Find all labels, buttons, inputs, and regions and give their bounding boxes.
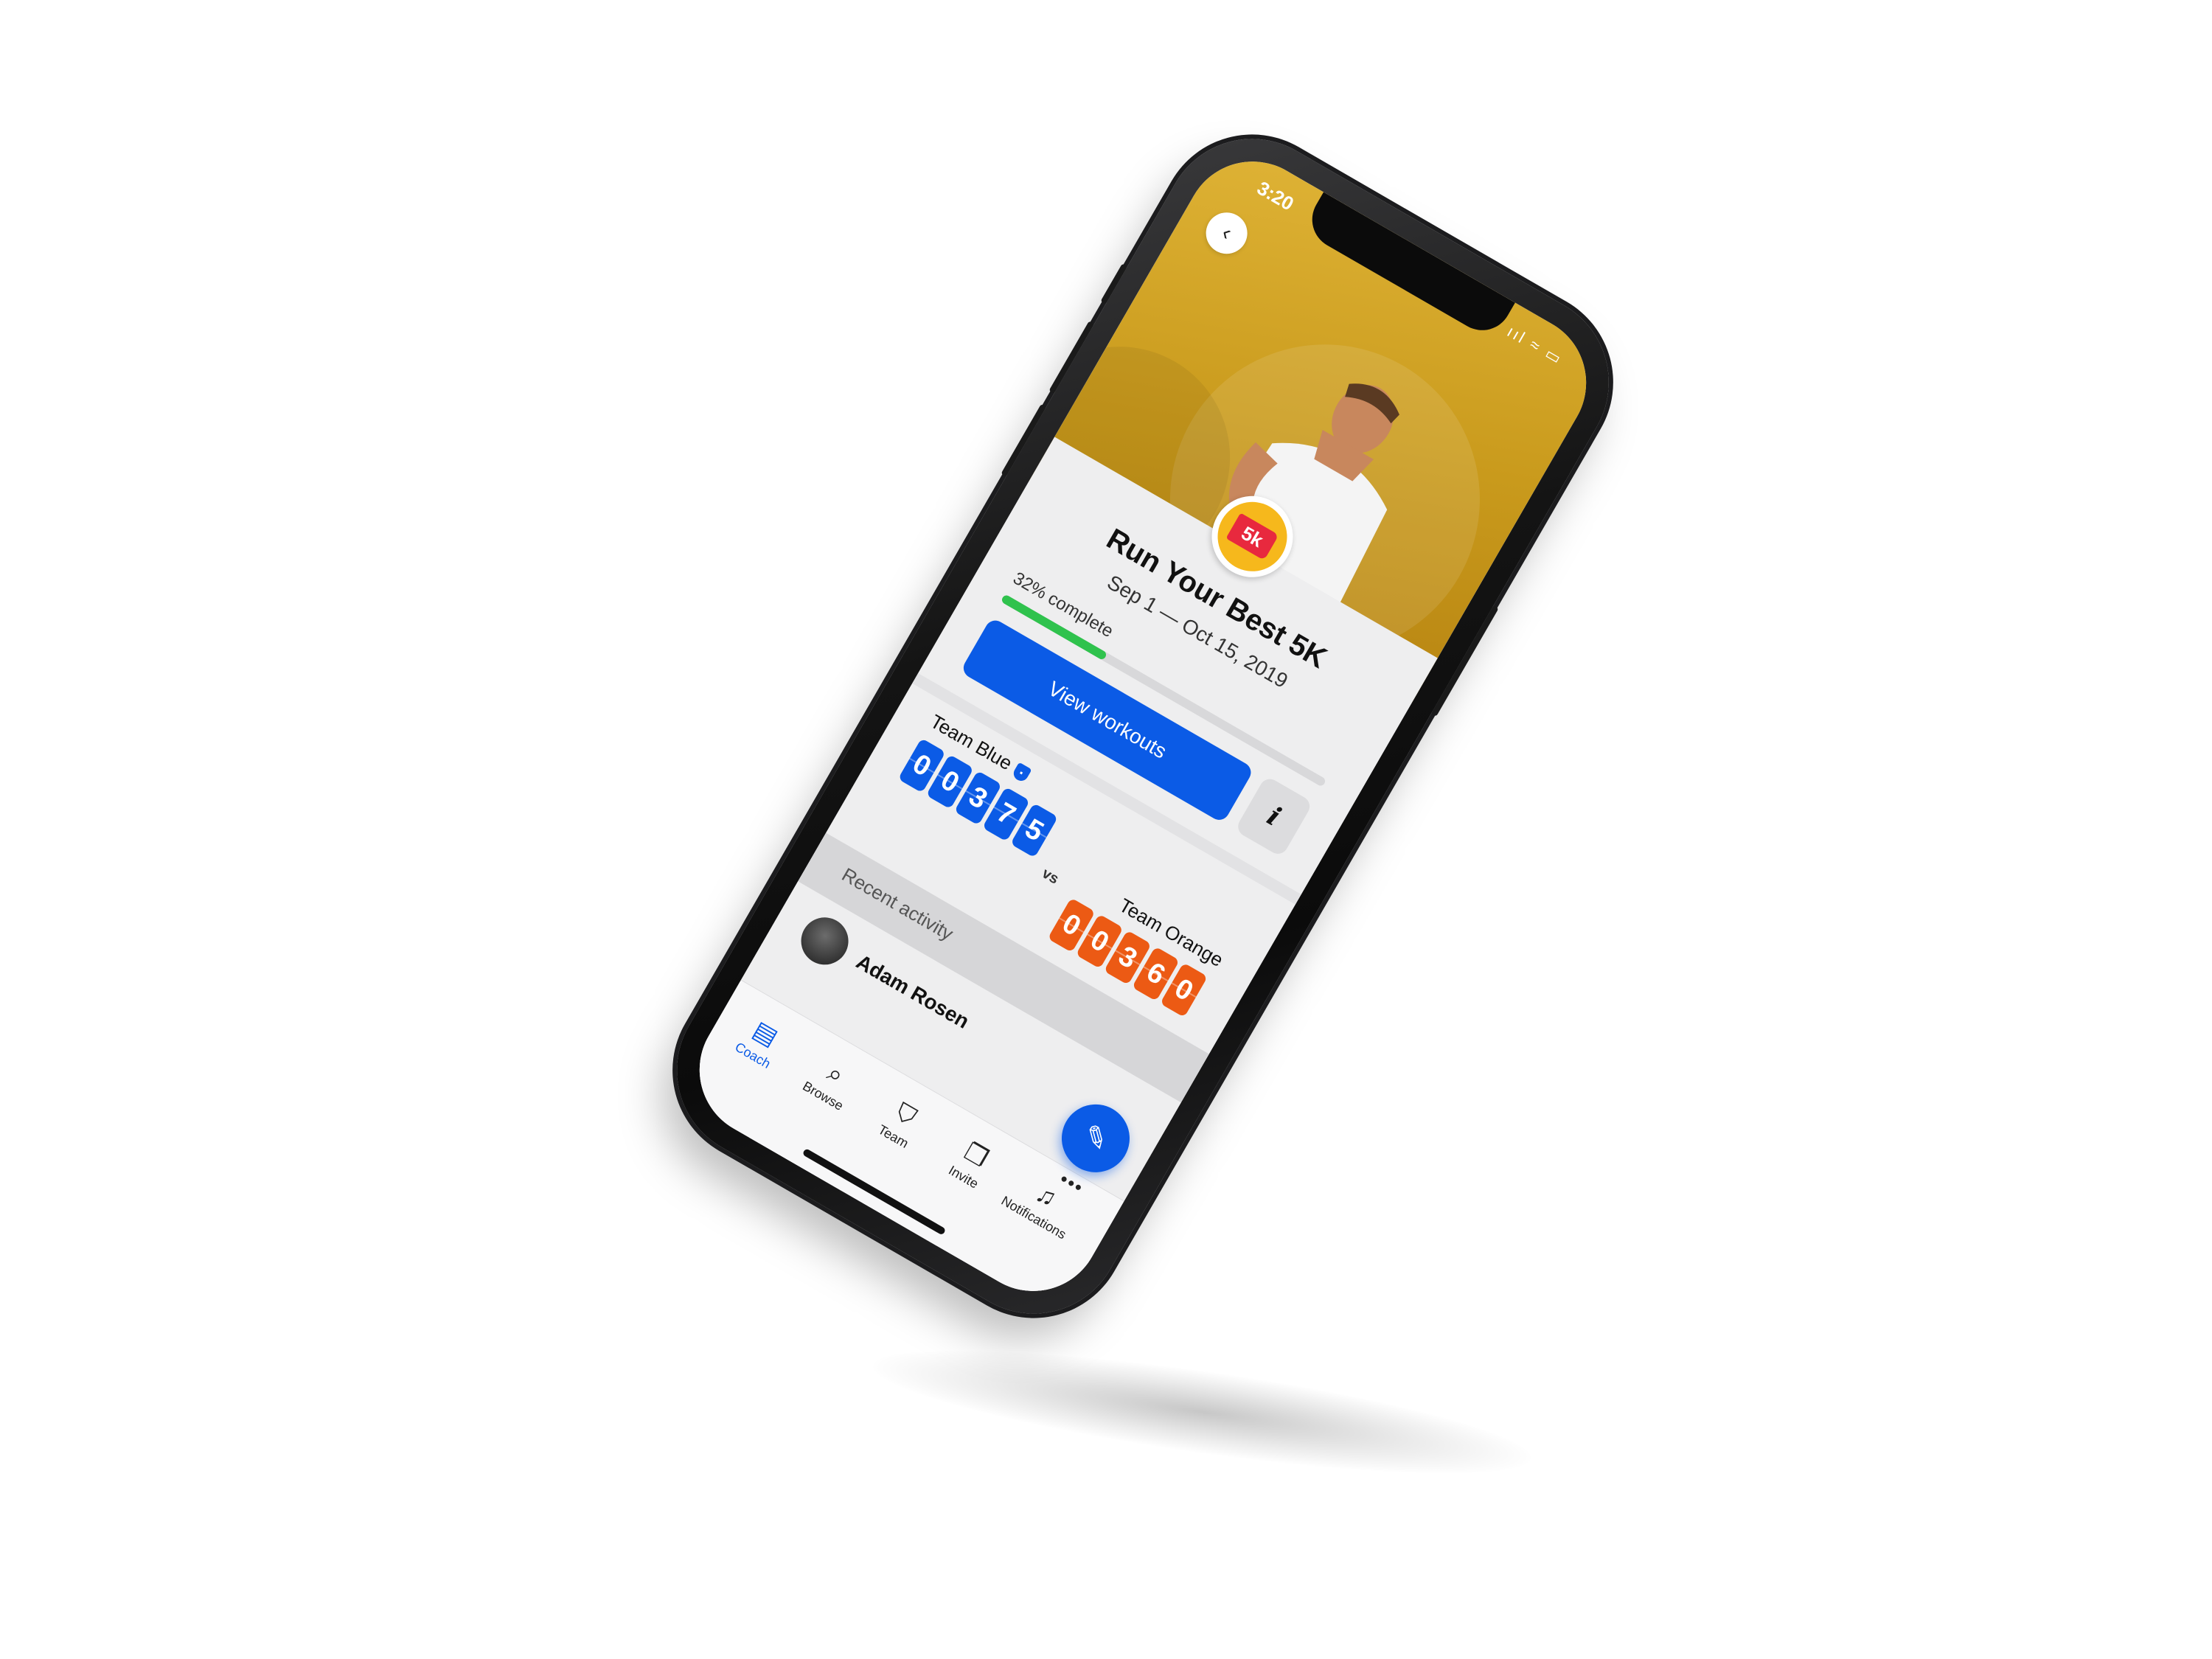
scene: 3:20 ııl ≈ ▭ ‹ 5k Run Your Best 5K Sep 1… — [0, 0, 2212, 1659]
compose-icon: ✎ — [1077, 1118, 1115, 1159]
avatar — [792, 908, 858, 974]
shield-icon: ▪ — [1011, 762, 1032, 784]
activity-user-name: Adam Rosen — [852, 950, 973, 1033]
mute-switch — [1100, 263, 1128, 305]
flag-icon: 5k — [1225, 512, 1279, 561]
phone-frame: 3:20 ııl ≈ ▭ ‹ 5k Run Your Best 5K Sep 1… — [644, 106, 1641, 1346]
phone-screen: 3:20 ııl ≈ ▭ ‹ 5k Run Your Best 5K Sep 1… — [675, 136, 1611, 1316]
vs-label: vs — [1039, 865, 1062, 888]
phone-shadow — [867, 1325, 1537, 1499]
chevron-left-icon: ‹ — [1217, 220, 1237, 246]
